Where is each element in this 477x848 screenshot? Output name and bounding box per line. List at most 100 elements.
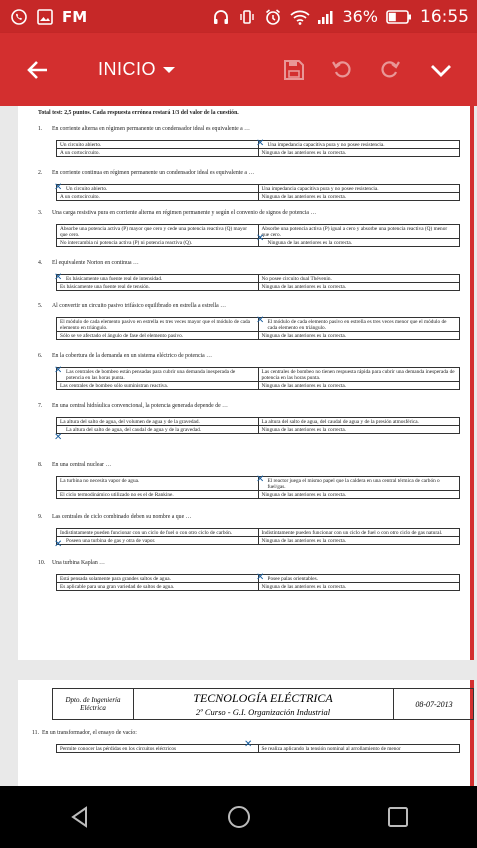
document-page-2: Dpto. de Ingeniería Eléctrica TECNOLOGÍA… [18, 680, 474, 786]
option-cell: Ninguna de las anteriores es la correcta… [257, 582, 460, 592]
arrow-back-icon [27, 60, 47, 79]
square-recents-icon [387, 807, 408, 827]
nav-back-button[interactable] [60, 797, 100, 837]
app-bar: INICIO [0, 33, 477, 106]
question-text: Al convertir un circuito pasivo trifásic… [52, 303, 227, 309]
option-cell: La altura del salto de agua, del caudal … [56, 425, 259, 435]
redo-button[interactable] [377, 57, 403, 83]
option-cell: Es básicamente una fuente real de intens… [56, 273, 259, 284]
option-cell: Permite conocer las pérdidas en los circ… [56, 743, 259, 754]
triangle-back-icon [70, 806, 87, 828]
option-cell: Absorbe una potencia activa (P) mayor qu… [56, 223, 259, 240]
option-cell: La turbina no necesita vapor de agua. [56, 475, 259, 492]
option-cell: El ciclo termodinámico utilizado no es e… [56, 490, 259, 500]
option-cell: El reactor juega el mismo papel que la c… [257, 475, 460, 492]
fm-label: FM [62, 7, 88, 26]
department-name: Dpto. de Ingeniería Eléctrica [53, 689, 134, 719]
option-cell: A un cortocircuito. [56, 192, 259, 202]
option-cell: La altura del salto de agua, del caudal … [257, 416, 460, 427]
question-number: 10. [38, 560, 46, 566]
question-number: 8. [38, 462, 43, 468]
subject-title: TECNOLOGÍA ELÉCTRICA [193, 691, 333, 705]
header-center: TECNOLOGÍA ELÉCTRICA 2º Curso - G.I. Org… [133, 689, 393, 719]
option-cell: Es aplicable para una gran variedad de s… [56, 582, 259, 592]
question-number: 9. [38, 514, 43, 520]
document-viewer[interactable]: Total test: 2,5 puntos. Cada respuesta e… [0, 106, 477, 786]
option-cell: Ninguna de las anteriores es la correcta… [257, 192, 460, 202]
option-cell: Las centrales de bombeo no tienen respue… [257, 366, 460, 383]
option-cell: Ninguna de las anteriores es la correcta… [257, 490, 460, 500]
course-name: 2º Curso - G.I. Organización Industrial [195, 707, 331, 717]
answer-mark-icon: ✕ [244, 739, 253, 750]
dropdown-arrow-icon [163, 66, 176, 73]
circle-home-icon [227, 806, 250, 828]
question-text: En una central nuclear … [52, 462, 112, 468]
option-cell: Una impedancia capacitiva pura y no pose… [257, 183, 460, 194]
gallery-icon [36, 8, 54, 26]
nav-home-button[interactable] [219, 797, 259, 837]
question-text: En corriente continua en régimen permane… [52, 170, 255, 176]
question-text: El equivalente Norton en continua … [52, 260, 139, 266]
question-number: 6. [38, 353, 43, 359]
options-table: Las centrales de bombeo están pensadas p… [56, 366, 460, 391]
options-table: Permite conocer las pérdidas en los circ… [56, 743, 460, 754]
option-cell: Ninguna de las anteriores es la correcta… [257, 425, 460, 435]
options-table: La altura del salto de agua, del volumen… [56, 416, 460, 435]
navigation-bar [0, 786, 477, 848]
option-cell: Ninguna de las anteriores es la correcta… [257, 238, 460, 248]
question-number: 7. [38, 403, 43, 409]
collapse-button[interactable] [427, 56, 455, 84]
wifi-icon [290, 8, 311, 26]
question-number: 3. [38, 210, 43, 216]
undo-icon [332, 60, 351, 77]
option-cell: Posee palas orientables. [257, 573, 460, 584]
title-dropdown[interactable]: INICIO [74, 59, 176, 80]
option-cell: Poseen una turbina de gas y otra de vapo… [56, 536, 259, 546]
save-button[interactable] [281, 57, 307, 83]
answer-mark-icon: ✕ [256, 474, 265, 485]
answer-mark-icon: ✕ [54, 365, 63, 376]
option-cell: No posee circuito dual Thévenin. [257, 273, 460, 284]
option-cell: No intercambia ni potencia activa (P) ni… [56, 238, 259, 248]
option-cell: Ninguna de las anteriores es la correcta… [257, 381, 460, 391]
question-text: En la cobertura de la demanda en un sist… [52, 353, 212, 359]
status-bar: FM 36% 16:55 [0, 0, 477, 33]
option-cell: A un cortocircuito. [56, 148, 259, 158]
back-button[interactable] [24, 56, 52, 84]
clock: 16:55 [420, 6, 469, 27]
answer-mark-icon: ✕ [256, 572, 265, 583]
option-cell: Una impedancia capacitiva pura y no pose… [257, 139, 460, 150]
vibrate-icon [238, 8, 256, 26]
chevron-down-icon [431, 64, 451, 77]
undo-button[interactable] [329, 57, 355, 83]
answer-mark-icon: ✕ [54, 272, 63, 283]
whatsapp-icon [10, 8, 28, 26]
signal-icon [316, 8, 334, 26]
option-cell: Está pensada solamente para grandes salt… [56, 573, 259, 584]
options-table: Un circuito abierto. Una impedancia capac… [56, 183, 460, 202]
question-number: 1. [38, 126, 43, 132]
question-text: Las centrales de ciclo combinado deben s… [52, 514, 192, 520]
option-cell: Ninguna de las anteriores es la correcta… [257, 536, 460, 546]
answer-mark-icon: ✕ [54, 182, 63, 193]
exam-date: 08-07-2013 [393, 689, 474, 719]
page-header: Dpto. de Ingeniería Eléctrica TECNOLOGÍA… [52, 688, 474, 720]
option-cell: Un circuito abierto. [56, 183, 259, 194]
option-cell: Las centrales de bombeo sólo suministran… [56, 381, 259, 391]
answer-mark-icon: ✕ [54, 432, 63, 443]
answer-mark-icon: ✕ [256, 315, 265, 326]
redo-icon [381, 60, 400, 77]
nav-recents-button[interactable] [378, 797, 418, 837]
option-cell: Sólo se ve afectado el ángulo de fase de… [56, 331, 259, 341]
alarm-icon [264, 8, 282, 26]
option-cell: Indistintamente pueden funcionar con un … [257, 527, 460, 538]
answer-mark-icon: ✕ [54, 539, 63, 550]
question-text: Una carga resistiva pura en corriente al… [52, 210, 317, 216]
option-cell: Ninguna de las anteriores es la correcta… [257, 148, 460, 158]
question-number: 4. [38, 260, 43, 266]
question-text: En una central hidráulica convencional, … [52, 403, 228, 409]
option-cell: Las centrales de bombeo están pensadas p… [56, 366, 259, 383]
battery-icon [386, 8, 412, 26]
test-intro: Total test: 2,5 puntos. Cada respuesta e… [38, 110, 239, 116]
battery-percentage: 36% [342, 7, 378, 26]
